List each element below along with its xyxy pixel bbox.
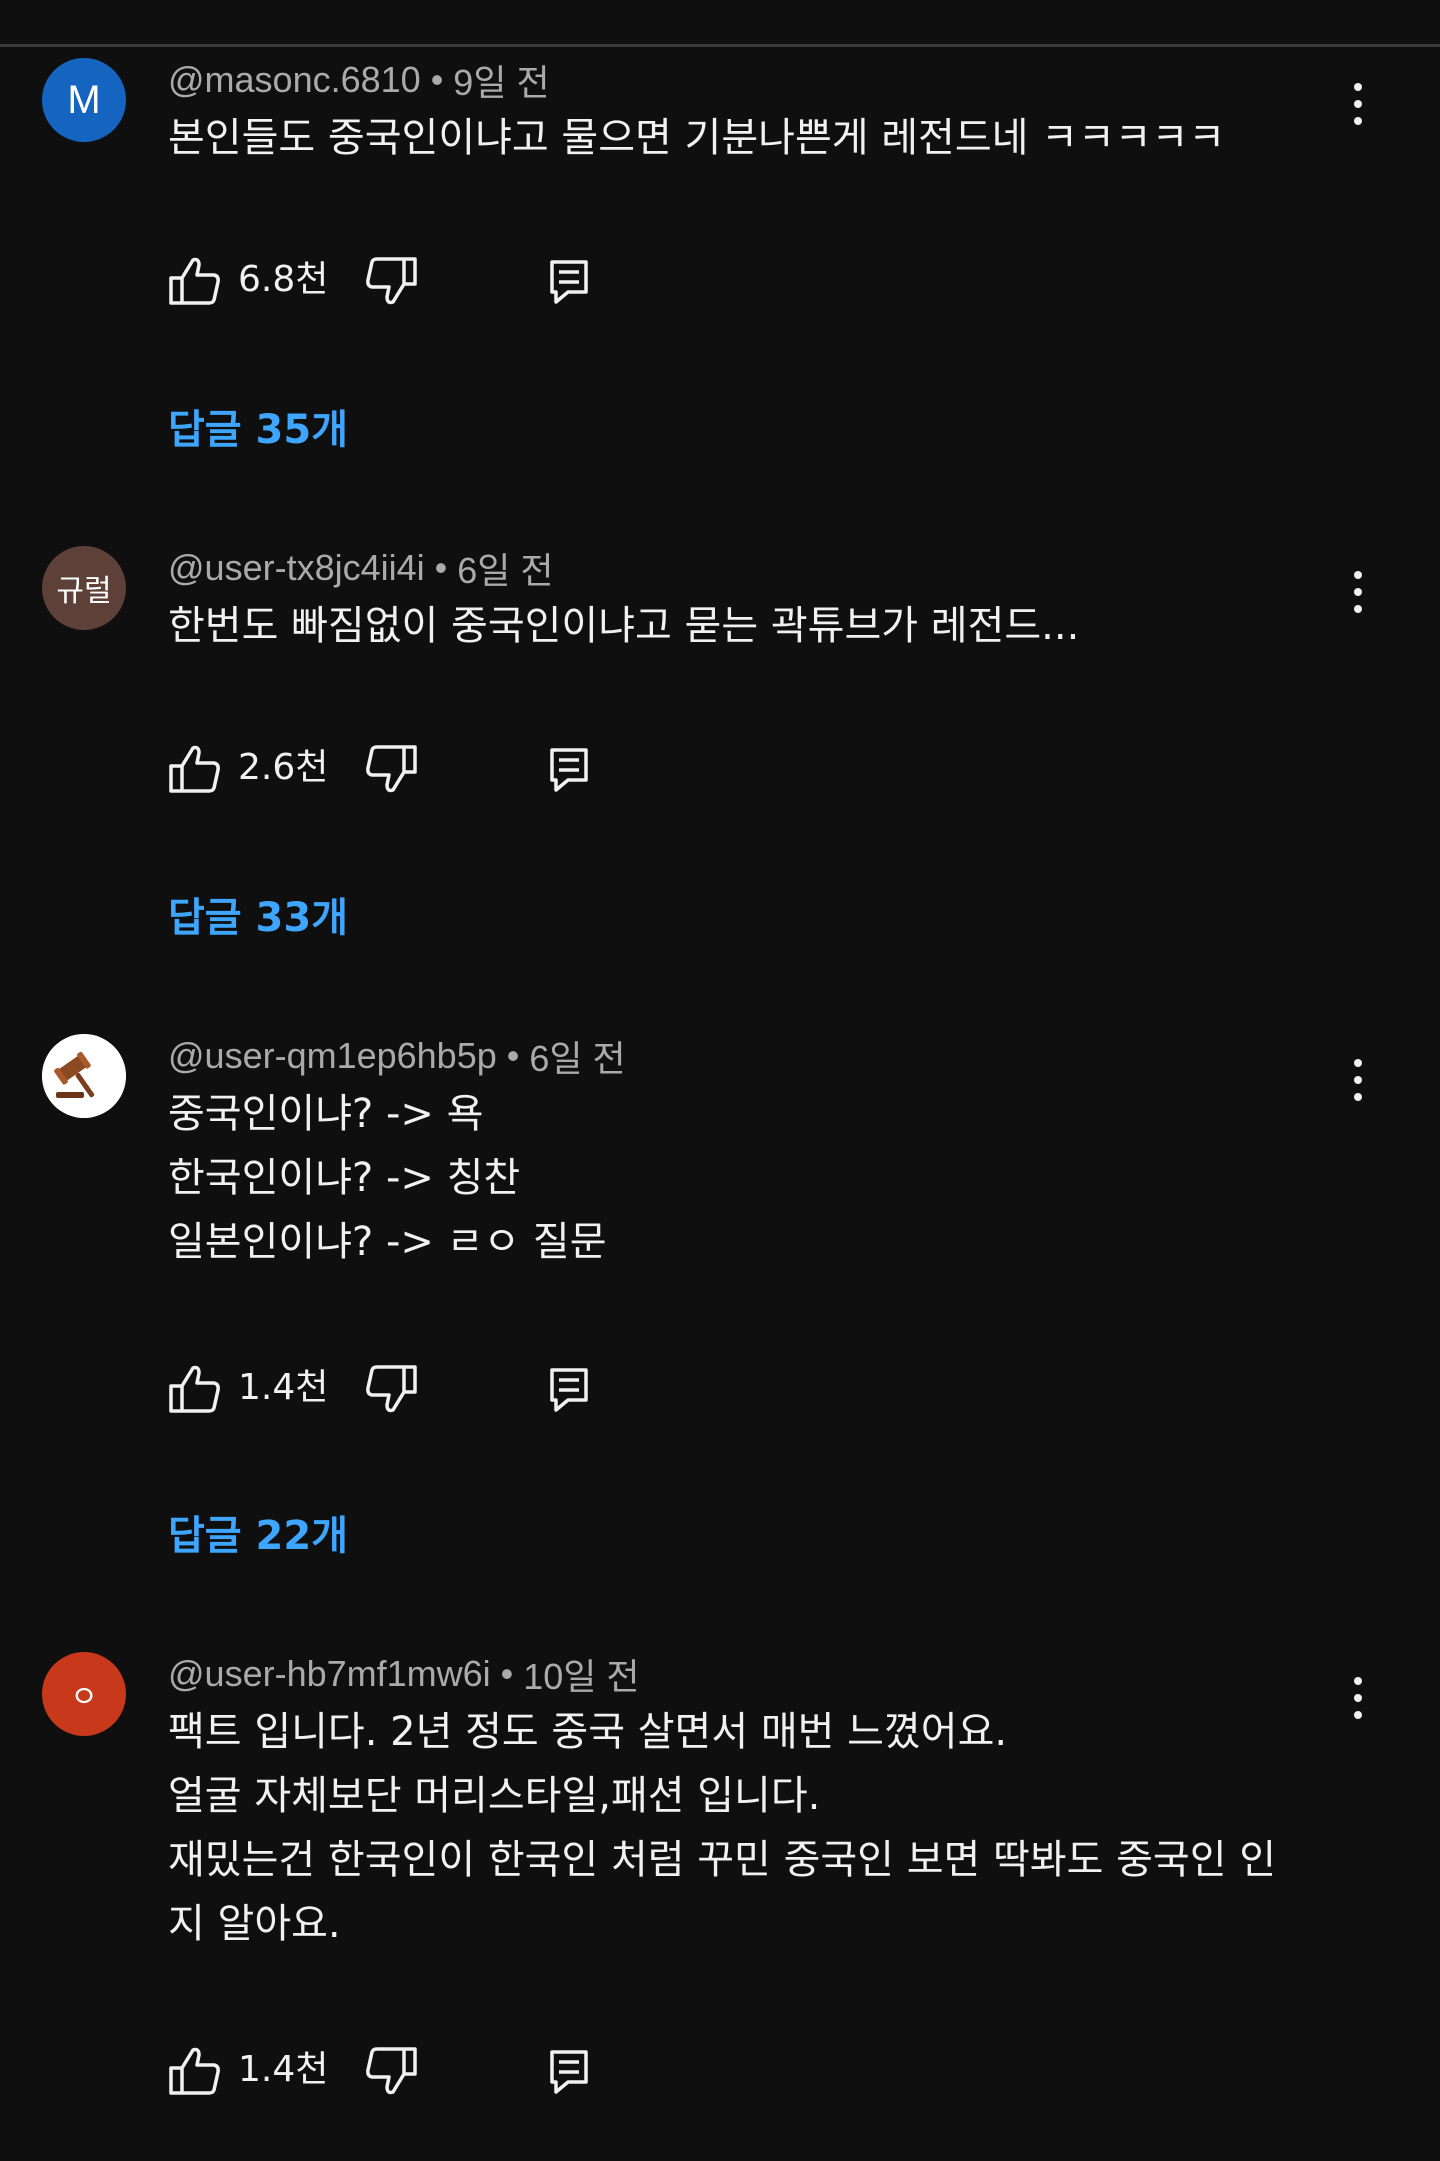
like-count: 2.6천 [238, 747, 329, 788]
like-count: 1.4천 [238, 1367, 329, 1408]
comment-actions: 1.4천 [168, 2040, 608, 2100]
more-dot-icon [1354, 1059, 1362, 1067]
dislike-button[interactable] [364, 1364, 418, 1414]
more-options-button[interactable] [1338, 1040, 1378, 1120]
author-handle[interactable]: @user-hb7mf1mw6i [168, 1653, 491, 1695]
reply-icon [550, 2050, 588, 2094]
avatar-initial: ㅇ [70, 1680, 98, 1715]
view-replies-button[interactable]: 답글 22개 [168, 1506, 348, 1566]
more-dot-icon [1354, 605, 1362, 613]
like-button[interactable] [168, 744, 222, 794]
more-options-button[interactable] [1338, 552, 1378, 632]
dislike-button[interactable] [364, 2046, 418, 2096]
comment-text: 한번도 빠짐없이 중국인이냐고 묻는 곽튜브가 레전드... [168, 594, 1328, 658]
comment-time: 6일 전 [457, 550, 554, 591]
author-handle[interactable]: @user-tx8jc4ii4i [168, 547, 425, 589]
comment-line: 재밌는건 한국인이 한국인 처럼 꾸민 중국인 보면 딱봐도 중국인 인 [168, 1837, 1277, 1883]
author-handle[interactable]: @user-qm1ep6hb5p [168, 1035, 497, 1077]
comment-actions: 6.8천 [168, 250, 608, 310]
comment-line: 일본인이냐? -> ㄹㅇ 질문 [168, 1219, 607, 1265]
more-options-button[interactable] [1338, 64, 1378, 144]
meta-separator: • [506, 1035, 520, 1076]
dislike-button[interactable] [364, 744, 418, 794]
like-count: 1.4천 [238, 2049, 329, 2090]
dislike-button[interactable] [364, 256, 418, 306]
meta-separator: • [500, 1653, 514, 1694]
comments-page: M @masonc.6810 • 9일 전 본인들도 중국인이냐고 물으면 기분… [0, 0, 1440, 2161]
meta-separator: • [434, 547, 448, 588]
comment-line: 중국인이냐? -> 욕 [168, 1091, 484, 1137]
comment-time: 9일 전 [453, 62, 550, 103]
comment-item: @user-qm1ep6hb5p • 6일 전 중국인이냐? -> 욕 한국인이… [0, 1032, 1440, 1572]
comment-text: 중국인이냐? -> 욕 한국인이냐? -> 칭찬 일본인이냐? -> ㄹㅇ 질문 [168, 1082, 1328, 1274]
reply-icon [550, 260, 588, 304]
thumbs-up-icon [169, 1365, 220, 1413]
comment-line: 팩트 입니다. 2년 정도 중국 살면서 매번 느꼈어요. [168, 1709, 1008, 1755]
more-dot-icon [1354, 1694, 1362, 1702]
more-dot-icon [1354, 1677, 1362, 1685]
more-dot-icon [1354, 571, 1362, 579]
comment-line: 본인들도 중국인이냐고 물으면 기분나쁜게 레전드네 ㅋㅋㅋㅋㅋ [168, 115, 1226, 161]
comment-line: 얼굴 자체보단 머리스타일,패션 입니다. [168, 1773, 821, 1819]
like-button[interactable] [168, 2046, 222, 2096]
thumbs-down-icon [366, 745, 417, 793]
reply-button[interactable] [548, 744, 592, 794]
comment-time: 10일 전 [523, 1656, 640, 1697]
avatar-initial: 규럴 [56, 574, 112, 609]
thumbs-down-icon [366, 257, 417, 305]
comment-item: ㅇ @user-hb7mf1mw6i • 10일 전 팩트 입니다. 2년 정도… [0, 1650, 1440, 2095]
comment-item: M @masonc.6810 • 9일 전 본인들도 중국인이냐고 물으면 기분… [0, 56, 1440, 476]
comment-item: 규럴 @user-tx8jc4ii4i • 6일 전 한번도 빠짐없이 중국인이… [0, 544, 1440, 964]
comment-line: 한국인이냐? -> 칭찬 [168, 1155, 521, 1201]
comment-meta: @user-tx8jc4ii4i • 6일 전 [168, 546, 554, 591]
avatar-initial: M [67, 77, 101, 122]
more-dot-icon [1354, 100, 1362, 108]
gavel-icon [42, 1034, 126, 1118]
thumbs-up-icon [169, 2047, 220, 2095]
comment-time: 6일 전 [529, 1038, 626, 1079]
comment-text: 팩트 입니다. 2년 정도 중국 살면서 매번 느꼈어요. 얼굴 자체보단 머리… [168, 1700, 1328, 1956]
like-button[interactable] [168, 1364, 222, 1414]
more-dot-icon [1354, 1093, 1362, 1101]
avatar[interactable]: M [42, 58, 126, 142]
thumbs-up-icon [169, 745, 220, 793]
like-button[interactable] [168, 256, 222, 306]
comment-meta: @user-qm1ep6hb5p • 6일 전 [168, 1034, 626, 1079]
reply-button[interactable] [548, 2046, 592, 2096]
comment-text: 본인들도 중국인이냐고 물으면 기분나쁜게 레전드네 ㅋㅋㅋㅋㅋ [168, 106, 1328, 170]
avatar[interactable]: ㅇ [42, 1652, 126, 1736]
comment-actions: 1.4천 [168, 1358, 608, 1418]
comment-line: 지 알아요. [168, 1901, 341, 1947]
comment-actions: 2.6천 [168, 738, 608, 798]
thumbs-down-icon [366, 2047, 417, 2095]
more-dot-icon [1354, 83, 1362, 91]
avatar[interactable]: 규럴 [42, 546, 126, 630]
thumbs-down-icon [366, 1365, 417, 1413]
comment-meta: @masonc.6810 • 9일 전 [168, 58, 550, 103]
view-replies-button[interactable]: 답글 33개 [168, 888, 348, 948]
meta-separator: • [430, 59, 444, 100]
comment-meta: @user-hb7mf1mw6i • 10일 전 [168, 1652, 640, 1697]
view-replies-button[interactable]: 답글 35개 [168, 400, 348, 460]
more-dot-icon [1354, 117, 1362, 125]
avatar[interactable] [42, 1034, 126, 1118]
more-dot-icon [1354, 588, 1362, 596]
like-count: 6.8천 [238, 259, 329, 300]
more-dot-icon [1354, 1076, 1362, 1084]
reply-icon [550, 1368, 588, 1412]
reply-button[interactable] [548, 1364, 592, 1414]
top-divider [0, 44, 1440, 47]
more-dot-icon [1354, 1711, 1362, 1719]
author-handle[interactable]: @masonc.6810 [168, 59, 421, 101]
more-options-button[interactable] [1338, 1658, 1378, 1738]
reply-button[interactable] [548, 256, 592, 306]
comment-line: 한번도 빠짐없이 중국인이냐고 묻는 곽튜브가 레전드... [168, 603, 1080, 649]
reply-icon [550, 748, 588, 792]
thumbs-up-icon [169, 257, 220, 305]
